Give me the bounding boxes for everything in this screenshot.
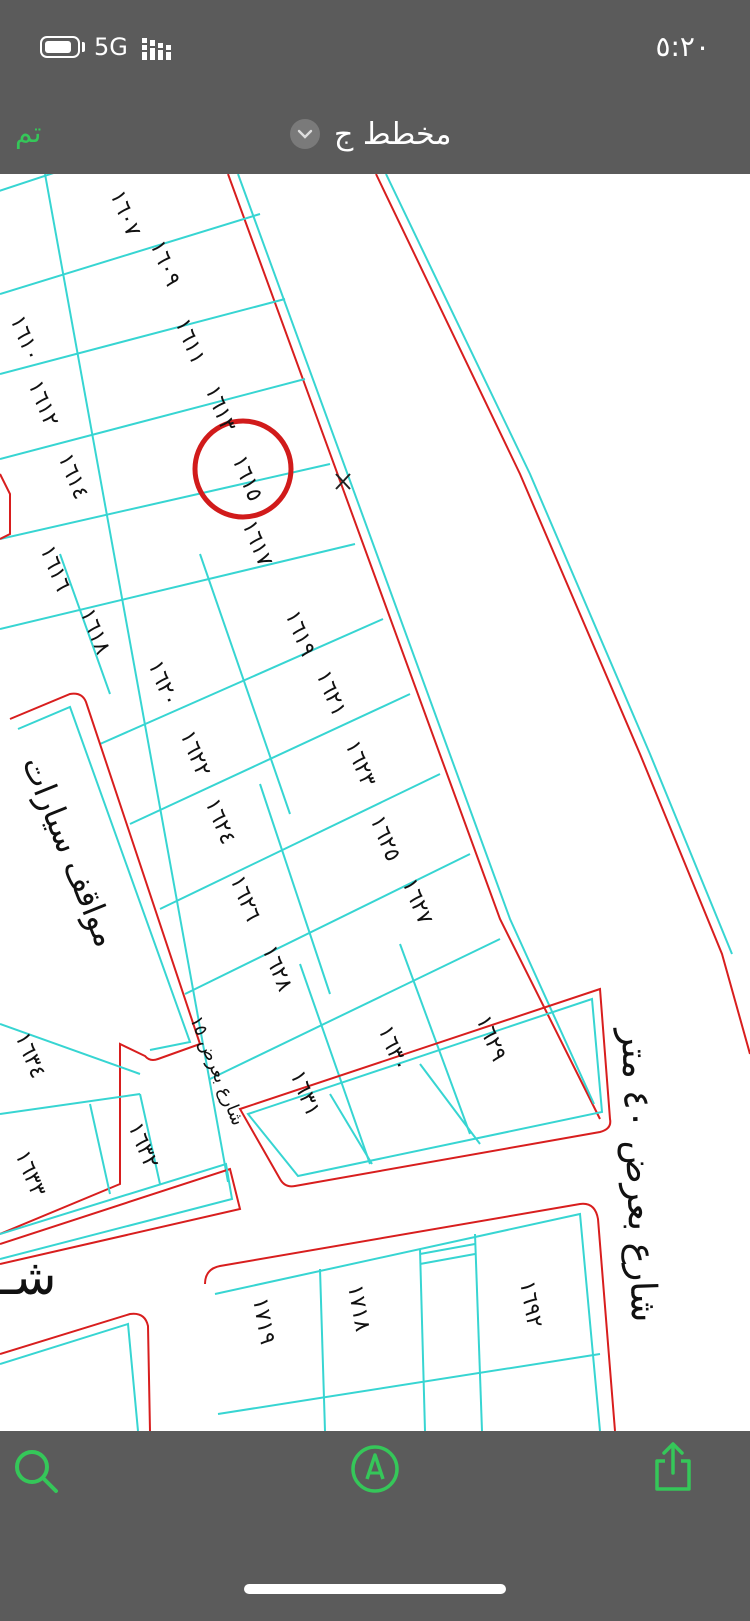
lot-1619: ١٦١٩ xyxy=(279,607,320,660)
lot-1623: ١٦٢٣ xyxy=(339,737,380,790)
network-type: 5G xyxy=(94,33,128,61)
lot-1614: ١٦١٤ xyxy=(52,450,93,503)
title-menu[interactable]: مخطط ج xyxy=(290,112,451,156)
lot-1631: ١٦٣١ xyxy=(284,1067,325,1120)
lot-1624: ١٦٢٤ xyxy=(199,795,240,848)
lot-1626: ١٦٢٦ xyxy=(224,872,265,925)
lot-1612: ١٦١٢ xyxy=(22,377,63,430)
parking-label: مواقف سيارات xyxy=(15,751,126,952)
signal-icon xyxy=(142,38,171,60)
battery-nub xyxy=(82,42,85,52)
lot-1634: ١٦٣٤ xyxy=(9,1029,50,1082)
clock: ٥:٢٠ xyxy=(655,30,710,63)
share-icon[interactable] xyxy=(645,1439,701,1495)
lot-1692: ١٦٩٢ xyxy=(514,1279,547,1330)
lot-1616: ١٦١٦ xyxy=(34,542,75,595)
lot-1633: ١٦٣٣ xyxy=(9,1147,50,1200)
main-street-label: شارع بعرض ٤٠ متر xyxy=(613,1026,664,1323)
status-bar: 5G ٥:٢٠ xyxy=(0,0,750,92)
chevron-down-icon[interactable] xyxy=(290,119,320,149)
lot-1613: ١٦١٣ xyxy=(199,382,240,435)
lot-1611: ١٦١١ xyxy=(169,315,210,368)
lot-1609: ١٦٠٩ xyxy=(144,237,185,290)
plan-drawing: X ١٦٠٧ ١٦٠٩ ١٦١٠ ١٦١١ ١٦١٢ ١٦١٣ ١٦١٤ ١٦١… xyxy=(0,174,750,1431)
lot-1718: ١٧١٨ xyxy=(342,1283,375,1334)
lot-1630: ١٦٣٠ xyxy=(372,1022,413,1075)
lot-1621: ١٦٢١ xyxy=(310,667,351,720)
markup-pen-icon[interactable] xyxy=(347,1441,403,1497)
home-indicator[interactable] xyxy=(244,1584,506,1594)
page-title: مخطط ج xyxy=(334,116,452,152)
battery-icon xyxy=(40,36,80,58)
street-label: شارع بعرض ١٥ xyxy=(185,1013,248,1129)
plan-image: X ١٦٠٧ ١٦٠٩ ١٦١٠ ١٦١١ ١٦١٢ ١٦١٣ ١٦١٤ ١٦١… xyxy=(0,174,750,1431)
lot-1615: ١٦١٥ xyxy=(226,452,267,505)
lot-1632: ١٦٣٢ xyxy=(122,1119,163,1172)
lot-1617: ١٦١٧ xyxy=(236,517,277,570)
lot-1627: ١٦٢٧ xyxy=(396,875,437,928)
lot-1625: ١٦٢٥ xyxy=(364,812,405,865)
lot-1607: ١٦٠٧ xyxy=(104,187,145,240)
lot-1610: ١٦١٠ xyxy=(4,312,45,365)
search-icon[interactable] xyxy=(8,1443,64,1499)
lot-1618: ١٦١٨ xyxy=(74,605,115,658)
lot-1628: ١٦٢٨ xyxy=(256,942,297,995)
done-button[interactable]: تم xyxy=(15,116,41,149)
partial-street-label: شـ xyxy=(0,1248,57,1306)
lot-1620: ١٦٢٠ xyxy=(142,657,183,710)
lot-1622: ١٦٢٢ xyxy=(174,727,215,780)
lot-1719: ١٧١٩ xyxy=(247,1296,280,1347)
